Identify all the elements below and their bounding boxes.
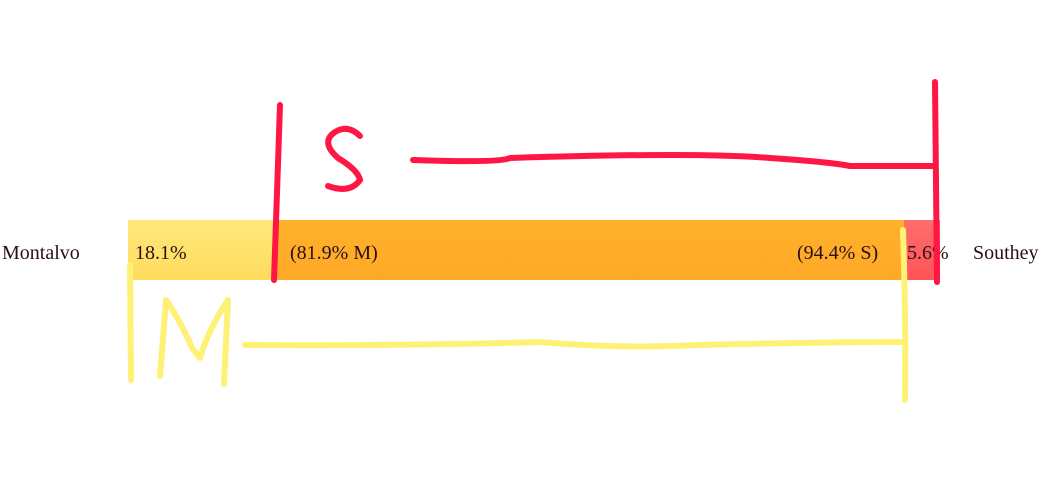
m-bracket-line: [242, 339, 906, 350]
s-bracket-line: [410, 152, 938, 169]
m-bracket-left-tick: [127, 262, 134, 383]
stacked-bar-diagram: Montalvo Southey 18.1% (81.9% M) (94.4% …: [0, 0, 1058, 500]
s-letter-stroke: [325, 125, 364, 192]
right-only-percent: 5.6%: [907, 242, 949, 264]
overlap-percent-m: (81.9% M): [290, 242, 378, 264]
left-only-percent: 18.1%: [135, 242, 187, 264]
overlap-percent-s: (94.4% S): [797, 242, 879, 264]
right-name-label: Southey: [973, 242, 1039, 264]
left-name-label: Montalvo: [2, 242, 80, 264]
m-letter-stroke: [157, 297, 231, 387]
